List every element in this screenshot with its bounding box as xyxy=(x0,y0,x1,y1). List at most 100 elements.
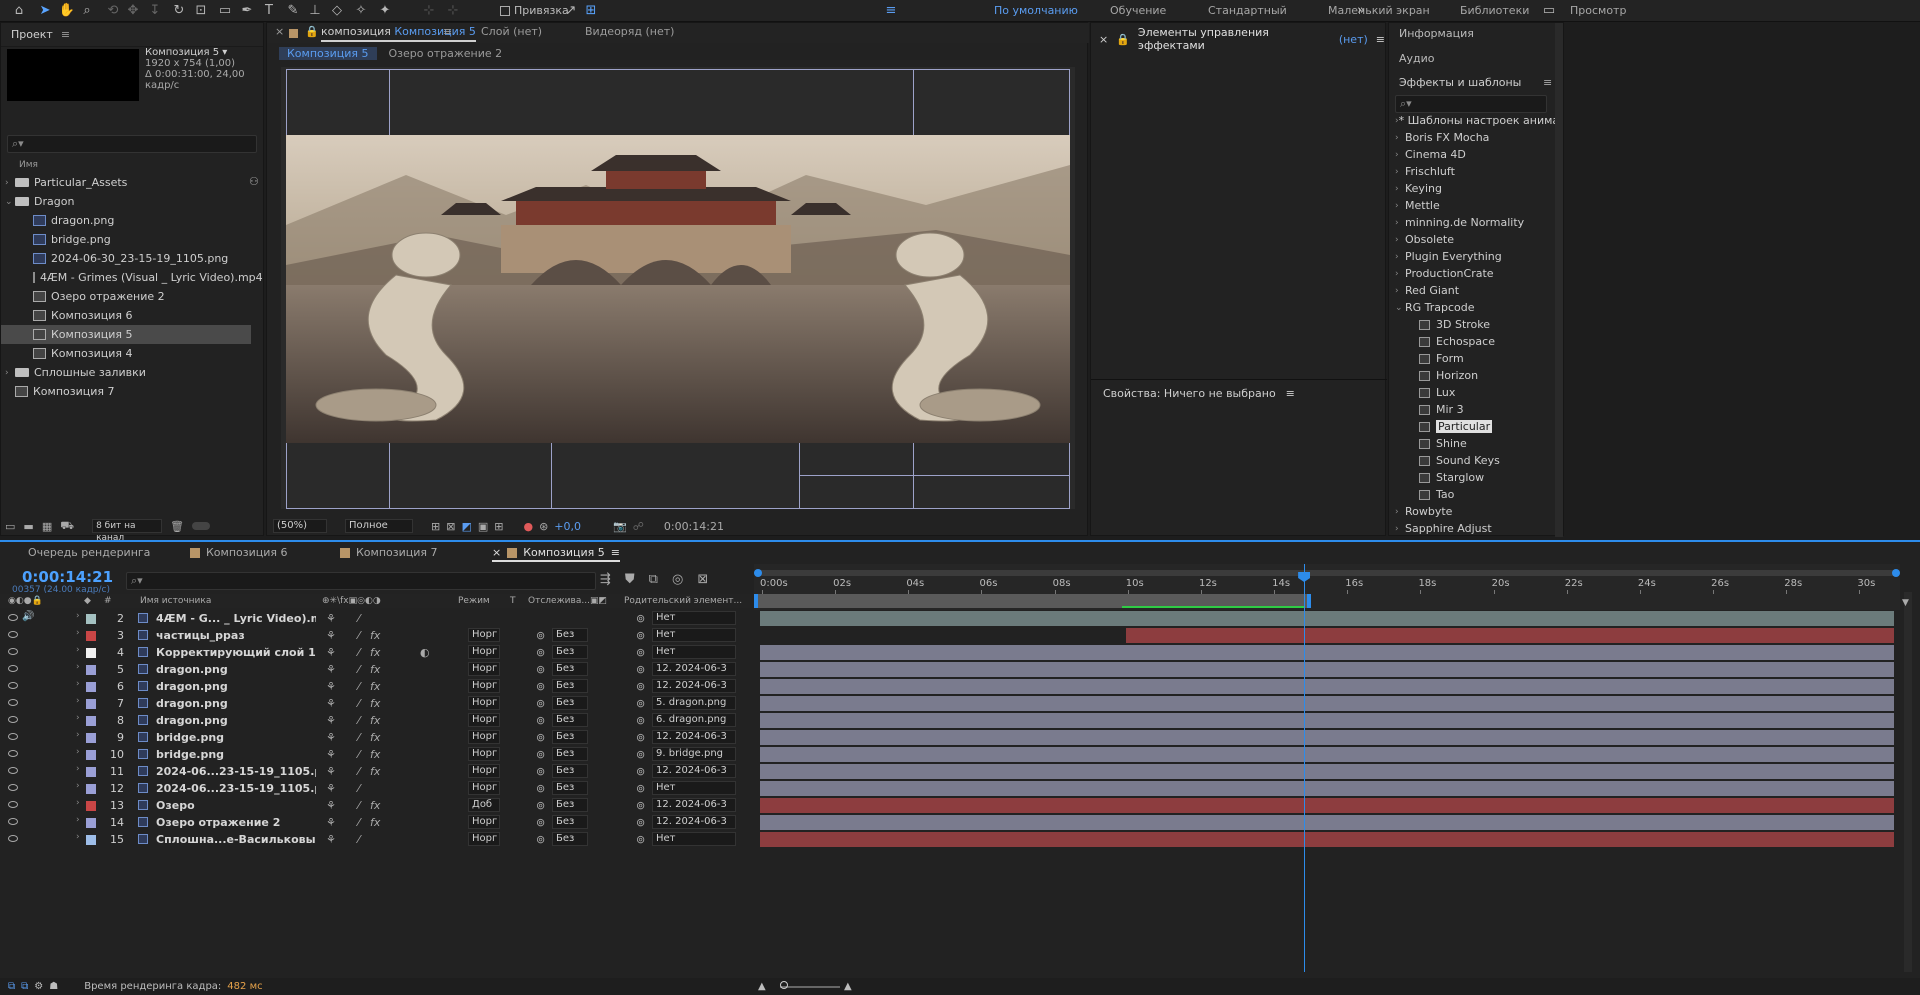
effects-search-input[interactable]: ⌕▾ xyxy=(1395,95,1547,113)
effect-controls-title[interactable]: Элементы управления эффектами xyxy=(1138,26,1331,52)
color-management-icon[interactable]: ⊛ xyxy=(539,520,548,533)
region-of-interest-icon[interactable]: ▣ xyxy=(478,520,488,533)
pick-whip-icon[interactable]: ⊚ xyxy=(636,714,645,727)
fx-switch-icon[interactable]: fx xyxy=(370,680,380,693)
panel-menu-icon[interactable]: ≡ xyxy=(1376,33,1385,46)
track-matte-dropdown[interactable]: Без xyxy=(552,628,588,642)
workspace-4[interactable]: Библиотеки xyxy=(1460,4,1529,17)
fx-switch-icon[interactable]: fx xyxy=(370,697,380,710)
resolution-dropdown[interactable]: Полное xyxy=(345,519,413,533)
panel-menu-icon[interactable]: ≡ xyxy=(1286,387,1295,400)
track-matte-icon[interactable]: ⊚ xyxy=(536,714,545,727)
layer-row[interactable]: › 14 Озеро отражение 2 ⚘ ⁄ fx Норг ⊚ Без ⊚ 12. 202… xyxy=(0,814,1920,831)
shy-switch-icon[interactable]: ⚘ xyxy=(326,799,336,812)
render-time-toggle-icon[interactable]: ☗ xyxy=(49,981,58,992)
timeline-search-input[interactable]: ⌕▾ xyxy=(126,572,596,590)
workspace-0[interactable]: По умолчанию xyxy=(994,4,1078,17)
project-search-input[interactable]: ⌕▾ xyxy=(7,135,257,153)
quality-switch-icon[interactable]: ⁄ xyxy=(358,816,360,829)
close-tab-icon[interactable]: × xyxy=(275,25,284,38)
track-matte-icon[interactable]: ⊚ xyxy=(536,782,545,795)
effects-tree-item[interactable]: Starglow xyxy=(1395,469,1557,486)
close-tab-icon[interactable]: × xyxy=(492,546,501,559)
distribute-icon[interactable]: ⊹ xyxy=(444,2,462,20)
track-matte-icon[interactable]: ⊚ xyxy=(536,799,545,812)
layer-label-color[interactable] xyxy=(86,818,96,828)
layer-row[interactable]: › 5 dragon.png ⚘ ⁄ fx Норг ⊚ Без ⊚ 12. 2024-06-3 xyxy=(0,661,1920,678)
layer-duration-bar[interactable] xyxy=(760,747,1894,762)
expand-chevron-icon[interactable]: › xyxy=(1395,235,1405,245)
expand-chevron-icon[interactable]: › xyxy=(1395,150,1405,160)
fx-switch-icon[interactable]: fx xyxy=(370,646,380,659)
layer-duration-bar[interactable] xyxy=(760,815,1894,830)
project-item[interactable]: Композиция 4 xyxy=(1,344,251,363)
fx-switch-icon[interactable]: fx xyxy=(370,663,380,676)
tab-menu-icon[interactable]: ≡ xyxy=(443,25,452,38)
effects-tree-item[interactable]: Echospace xyxy=(1395,333,1557,350)
expand-chevron-icon[interactable]: › xyxy=(76,781,80,791)
selection-tool-icon[interactable]: ➤ xyxy=(36,2,54,20)
layer-duration-bar[interactable] xyxy=(760,645,1894,660)
track-matte-dropdown[interactable]: Без xyxy=(552,679,588,693)
pick-whip-icon[interactable]: ⊚ xyxy=(636,799,645,812)
layer-row[interactable]: › 6 dragon.png ⚘ ⁄ fx Норг ⊚ Без ⊚ 12. 2024-06-3 xyxy=(0,678,1920,695)
effects-tree-item[interactable]: › Cinema 4D xyxy=(1395,146,1557,163)
zoom-tool-icon[interactable]: ⌕ xyxy=(78,2,96,20)
transfer-controls-toggle-icon[interactable]: ⧉ xyxy=(21,981,28,992)
expand-chevron-icon[interactable]: ⌄ xyxy=(1395,303,1405,313)
track-matte-dropdown[interactable]: Без xyxy=(552,713,588,727)
layer-row[interactable]: › 10 bridge.png ⚘ ⁄ fx Норг ⊚ Без ⊚ 9. bridge.png xyxy=(0,746,1920,763)
workspace-1[interactable]: Обучение xyxy=(1110,4,1166,17)
blend-mode-dropdown[interactable]: Норг xyxy=(468,730,500,744)
parent-dropdown[interactable]: Нет xyxy=(652,781,736,795)
layer-name[interactable]: Озеро отражение 2 xyxy=(156,816,316,829)
panel-menu-icon[interactable]: ≡ xyxy=(61,28,70,41)
quality-switch-icon[interactable]: ⁄ xyxy=(358,833,360,846)
pick-whip-icon[interactable]: ⊚ xyxy=(636,833,645,846)
layer-duration-bar[interactable] xyxy=(1125,628,1894,643)
pick-whip-icon[interactable]: ⊚ xyxy=(636,629,645,642)
effects-tree-item[interactable]: ›* Шаблоны настроек анимации xyxy=(1395,112,1557,129)
more-workspaces-icon[interactable]: » xyxy=(1352,2,1370,20)
track-matte-dropdown[interactable]: Без xyxy=(552,730,588,744)
project-item[interactable]: dragon.png xyxy=(1,211,251,230)
timeline-tab[interactable]: Композиция 7 xyxy=(340,546,438,559)
layer-label-color[interactable] xyxy=(86,699,96,709)
tab-footage[interactable]: Видеоряд (нет) xyxy=(585,25,674,38)
track-matte-icon[interactable]: ⊚ xyxy=(536,646,545,659)
layer-name[interactable]: dragon.png xyxy=(156,697,316,710)
fx-switch-icon[interactable]: fx xyxy=(370,731,380,744)
parent-dropdown[interactable]: 12. 2024-06-3 xyxy=(652,662,736,676)
snapshot-icon[interactable]: 📷 xyxy=(613,520,627,533)
blend-mode-dropdown[interactable]: Доб xyxy=(468,798,500,812)
close-tab-icon[interactable]: × xyxy=(1099,33,1108,46)
expand-chevron-icon[interactable]: › xyxy=(76,798,80,808)
bit-depth-button[interactable]: 8 бит на канал xyxy=(92,519,163,543)
tab-composition[interactable]: композиция Композиция 5 xyxy=(321,25,476,42)
timeline-zoom-handle[interactable] xyxy=(780,981,788,989)
track-matte-icon[interactable]: ⊚ xyxy=(536,629,545,642)
visibility-eye-icon[interactable] xyxy=(8,801,18,808)
work-area-end-handle[interactable] xyxy=(1307,594,1311,608)
effects-tree-item[interactable]: 3D Stroke xyxy=(1395,316,1557,333)
fx-switch-icon[interactable]: fx xyxy=(370,748,380,761)
layer-row[interactable]: › 12 2024-06...23-15-19_1105.png ⚘ ⁄ Норг ⊚ Без… xyxy=(0,780,1920,797)
track-matte-dropdown[interactable]: Без xyxy=(552,815,588,829)
parent-dropdown[interactable]: Нет xyxy=(652,611,736,625)
shy-switch-icon[interactable]: ⚘ xyxy=(326,646,336,659)
project-item[interactable]: Композиция 6 xyxy=(1,306,251,325)
effects-tree-item[interactable]: › Keying xyxy=(1395,180,1557,197)
visibility-eye-icon[interactable] xyxy=(8,699,18,706)
visibility-eye-icon[interactable] xyxy=(8,716,18,723)
effects-tree-item[interactable]: Mir 3 xyxy=(1395,401,1557,418)
hand-tool-icon[interactable]: ✋ xyxy=(58,2,76,20)
timeline-scrollbar[interactable] xyxy=(1904,592,1912,972)
layer-duration-bar[interactable] xyxy=(760,662,1894,677)
workspace-menu-icon[interactable]: ≡ xyxy=(882,2,900,20)
blend-mode-dropdown[interactable]: Норг xyxy=(468,645,500,659)
eraser-tool-icon[interactable]: ◇ xyxy=(328,2,346,20)
interpret-footage-icon[interactable]: ▭ xyxy=(5,520,15,533)
visibility-eye-icon[interactable] xyxy=(8,784,18,791)
effects-tree-item[interactable]: › Red Giant xyxy=(1395,282,1557,299)
grid-guides-icon[interactable]: ⊞ xyxy=(494,520,503,533)
